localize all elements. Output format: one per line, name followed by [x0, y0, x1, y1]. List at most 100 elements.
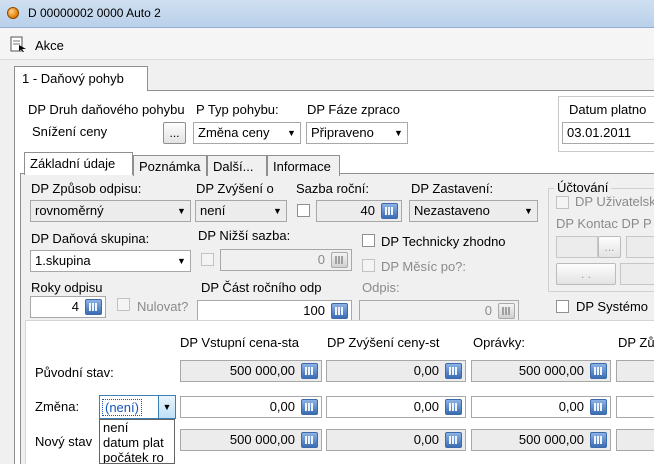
- cell-value: 0,00: [558, 399, 584, 414]
- odpis-field[interactable]: 0: [359, 300, 519, 322]
- calculator-icon[interactable]: [590, 432, 607, 448]
- row-label-zmena: Změna:: [35, 399, 80, 414]
- calculator-icon[interactable]: [590, 399, 607, 415]
- uzivatel-checkbox[interactable]: [556, 196, 569, 209]
- col-header-vstupni: DP Vstupní cena-sta: [180, 335, 299, 350]
- akce-menu[interactable]: Akce: [35, 38, 64, 53]
- novy-zustatek[interactable]: [616, 429, 654, 451]
- row-label-novy: Nový stav: [35, 434, 93, 449]
- chevron-down-icon[interactable]: ▼: [283, 123, 300, 143]
- calculator-icon[interactable]: [498, 303, 515, 319]
- sazba-checkbox[interactable]: [297, 204, 310, 217]
- nizsi-checkbox[interactable]: [201, 253, 214, 266]
- puvodni-opravky[interactable]: 500 000,00: [471, 360, 611, 382]
- uctovani-field[interactable]: [620, 263, 654, 285]
- nizsi-label: DP Nižší sazba:: [198, 228, 291, 243]
- roky-field[interactable]: 4: [30, 296, 106, 318]
- calculator-icon[interactable]: [590, 363, 607, 379]
- chevron-down-icon[interactable]: ▼: [390, 123, 407, 143]
- odpis-label: Odpis:: [362, 280, 400, 295]
- cast-field[interactable]: 100: [197, 300, 352, 322]
- zastaveni-label: DP Zastavení:: [411, 181, 494, 196]
- puvodni-vstupni[interactable]: 500 000,00: [180, 360, 322, 382]
- technicky-checkbox[interactable]: [362, 234, 375, 247]
- uctovani-lookup-button[interactable]: . .: [556, 263, 616, 285]
- calculator-icon[interactable]: [301, 363, 318, 379]
- faze-value: Připraveno: [311, 125, 374, 140]
- calculator-icon[interactable]: [445, 399, 462, 415]
- calculator-icon[interactable]: [445, 363, 462, 379]
- kontace-lookup-button[interactable]: ...: [598, 236, 621, 258]
- puvodni-zvyseni[interactable]: 0,00: [326, 360, 466, 382]
- kontace-field-2[interactable]: [626, 236, 654, 258]
- chevron-down-icon[interactable]: ▼: [173, 201, 190, 221]
- tab-poznamka[interactable]: Poznámka: [133, 155, 207, 176]
- action-document-icon[interactable]: [10, 36, 27, 53]
- zpusob-combo[interactable]: rovnoměrný ▼: [30, 200, 191, 222]
- skupina-combo[interactable]: 1.skupina ▼: [30, 250, 191, 272]
- calculator-icon[interactable]: [301, 432, 318, 448]
- faze-combo[interactable]: Připraveno ▼: [306, 122, 408, 144]
- faze-label: DP Fáze zpraco: [307, 102, 400, 117]
- dropdown-option[interactable]: není: [103, 420, 174, 435]
- roky-value: 4: [71, 299, 79, 314]
- typ-value: Změna ceny: [198, 125, 270, 140]
- calculator-icon[interactable]: [331, 303, 348, 319]
- uzivatel-label: DP Uživatelsk: [575, 194, 654, 209]
- zmena-zvyseni[interactable]: 0,00: [326, 396, 466, 418]
- calculator-icon[interactable]: [445, 432, 462, 448]
- window-title: D 00000002 0000 Auto 2: [28, 6, 161, 20]
- col-header-zustatek: DP Zů: [618, 335, 654, 350]
- technicky-label: DP Technicky zhodno: [381, 234, 506, 249]
- chevron-down-icon[interactable]: ▼: [520, 201, 537, 221]
- cell-value: 0,00: [413, 363, 439, 378]
- novy-vstupni[interactable]: 500 000,00: [180, 429, 322, 451]
- zvyseni-combo[interactable]: není ▼: [195, 200, 287, 222]
- kontace-label: DP Kontac DP P: [556, 216, 652, 231]
- dropdown-option[interactable]: počátek ro: [103, 450, 174, 463]
- datum-field[interactable]: 03.01.2011: [562, 122, 654, 144]
- tab-informace[interactable]: Informace: [267, 155, 340, 176]
- chevron-down-icon[interactable]: ▼: [269, 201, 286, 221]
- nizsi-field[interactable]: 0: [220, 249, 352, 271]
- zmena-vstupni[interactable]: 0,00: [180, 396, 322, 418]
- roky-label: Roky odpisu: [31, 280, 103, 295]
- calculator-icon[interactable]: [381, 203, 398, 219]
- chevron-down-icon[interactable]: ▼: [173, 251, 190, 271]
- typ-combo[interactable]: Změna ceny ▼: [193, 122, 301, 144]
- tab-zakladni-udaje[interactable]: Základní údaje: [24, 152, 133, 175]
- chevron-down-icon[interactable]: ▼: [158, 396, 175, 418]
- novy-opravky[interactable]: 500 000,00: [471, 429, 611, 451]
- calculator-icon[interactable]: [301, 399, 318, 415]
- action-bar: [0, 28, 654, 60]
- tab-danovy-pohyb[interactable]: 1 - Daňový pohyb: [14, 66, 148, 91]
- cell-value: 500 000,00: [518, 432, 584, 447]
- mesic-checkbox[interactable]: [362, 259, 375, 272]
- calculator-icon[interactable]: [331, 252, 348, 268]
- zpusob-value: rovnoměrný: [35, 203, 104, 218]
- calculator-icon[interactable]: [85, 299, 102, 315]
- druh-lookup-button[interactable]: ...: [163, 122, 186, 144]
- zvyseni-label: DP Zvýšení o: [196, 181, 274, 196]
- zmena-dropdown-list: není datum plat počátek ro: [99, 419, 175, 464]
- app-icon: [7, 7, 19, 19]
- zmena-combo[interactable]: (není) ▼: [99, 395, 176, 419]
- cell-value: 0,00: [413, 432, 439, 447]
- zastaveni-combo[interactable]: Nezastaveno ▼: [409, 200, 538, 222]
- cell-value: 500 000,00: [229, 432, 295, 447]
- sazba-field[interactable]: 40: [316, 200, 402, 222]
- novy-zvyseni[interactable]: 0,00: [326, 429, 466, 451]
- cell-value: 500 000,00: [518, 363, 584, 378]
- zmena-opravky[interactable]: 0,00: [471, 396, 611, 418]
- sazba-label: Sazba roční:: [296, 181, 369, 196]
- tab-dalsi[interactable]: Další...: [207, 155, 267, 176]
- systemovy-checkbox[interactable]: [556, 300, 569, 313]
- dropdown-option[interactable]: datum plat: [103, 435, 174, 450]
- zmena-zustatek[interactable]: [616, 396, 654, 418]
- sazba-value: 40: [360, 203, 375, 218]
- nulovat-checkbox[interactable]: [117, 298, 130, 311]
- kontace-field[interactable]: [556, 236, 598, 258]
- puvodni-zustatek[interactable]: [616, 360, 654, 382]
- druh-field[interactable]: Snížení ceny: [28, 122, 163, 144]
- typ-label: P Typ pohybu:: [196, 102, 279, 117]
